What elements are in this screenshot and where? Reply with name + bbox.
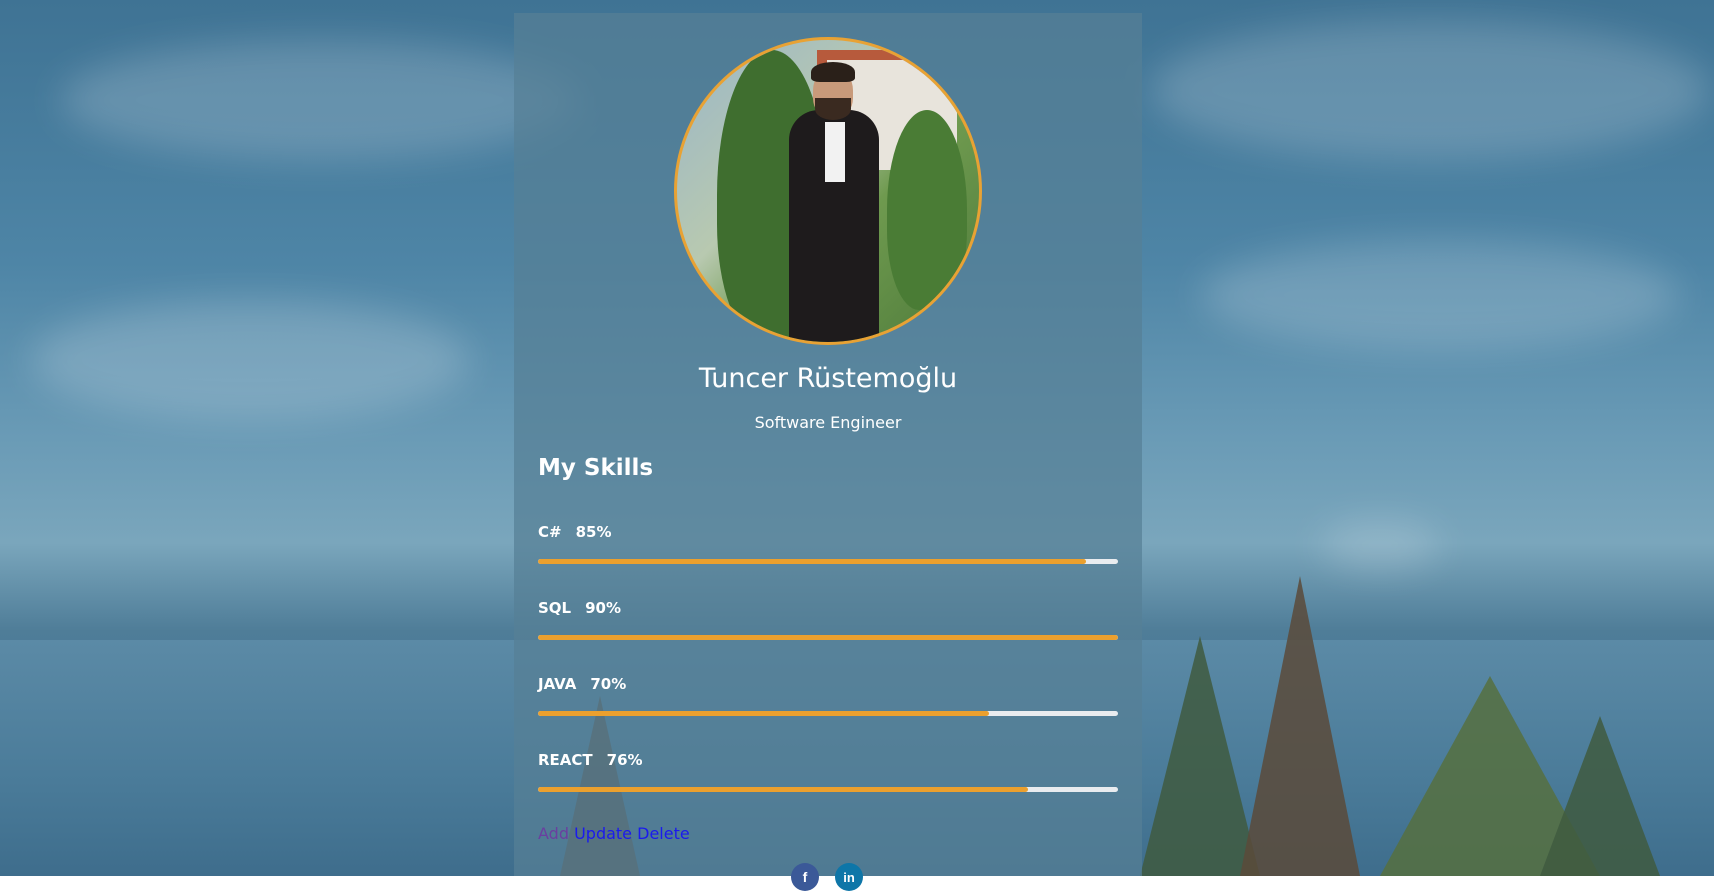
skill-progress-fill bbox=[538, 559, 1087, 564]
tree bbox=[1540, 716, 1660, 876]
skill-item-csharp: C# 85% bbox=[538, 523, 1118, 564]
skill-percent: 70% bbox=[590, 675, 627, 693]
profile-name: Tuncer Rüstemoğlu bbox=[698, 363, 958, 394]
skill-name: C# bbox=[538, 523, 562, 541]
facebook-icon[interactable]: f bbox=[791, 863, 819, 891]
skill-percent: 90% bbox=[585, 599, 622, 617]
cloud bbox=[30, 300, 470, 420]
skill-actions: Add Update Delete bbox=[538, 824, 690, 843]
linkedin-icon[interactable]: in bbox=[835, 863, 863, 891]
skill-progress-bar bbox=[538, 711, 1118, 716]
add-link[interactable]: Add bbox=[538, 824, 569, 843]
cloud bbox=[1200, 240, 1680, 350]
tree bbox=[1240, 576, 1360, 876]
cloud bbox=[60, 40, 580, 160]
avatar bbox=[674, 37, 982, 345]
cloud bbox=[1320, 520, 1440, 570]
social-links: f in bbox=[791, 863, 863, 891]
skill-progress-bar bbox=[538, 635, 1118, 640]
update-link[interactable]: Update bbox=[574, 824, 632, 843]
skill-name: REACT bbox=[538, 751, 593, 769]
skill-progress-fill bbox=[538, 787, 1028, 792]
skill-progress-fill bbox=[538, 711, 990, 716]
skill-progress-fill bbox=[538, 635, 1118, 640]
skill-percent: 85% bbox=[575, 523, 612, 541]
skills-heading: My Skills bbox=[538, 455, 654, 481]
skill-progress-bar bbox=[538, 787, 1118, 792]
profile-card: Tuncer Rüstemoğlu Software Engineer My S… bbox=[514, 13, 1142, 891]
skill-progress-bar bbox=[538, 559, 1118, 564]
profile-title: Software Engineer bbox=[754, 413, 902, 432]
skill-name: JAVA bbox=[538, 675, 577, 693]
skill-item-react: REACT 76% bbox=[538, 751, 1118, 792]
skill-item-java: JAVA 70% bbox=[538, 675, 1118, 716]
skill-name: SQL bbox=[538, 599, 572, 617]
skill-percent: 76% bbox=[606, 751, 643, 769]
delete-link[interactable]: Delete bbox=[637, 824, 690, 843]
cloud bbox=[1150, 20, 1710, 160]
skill-item-sql: SQL 90% bbox=[538, 599, 1118, 640]
